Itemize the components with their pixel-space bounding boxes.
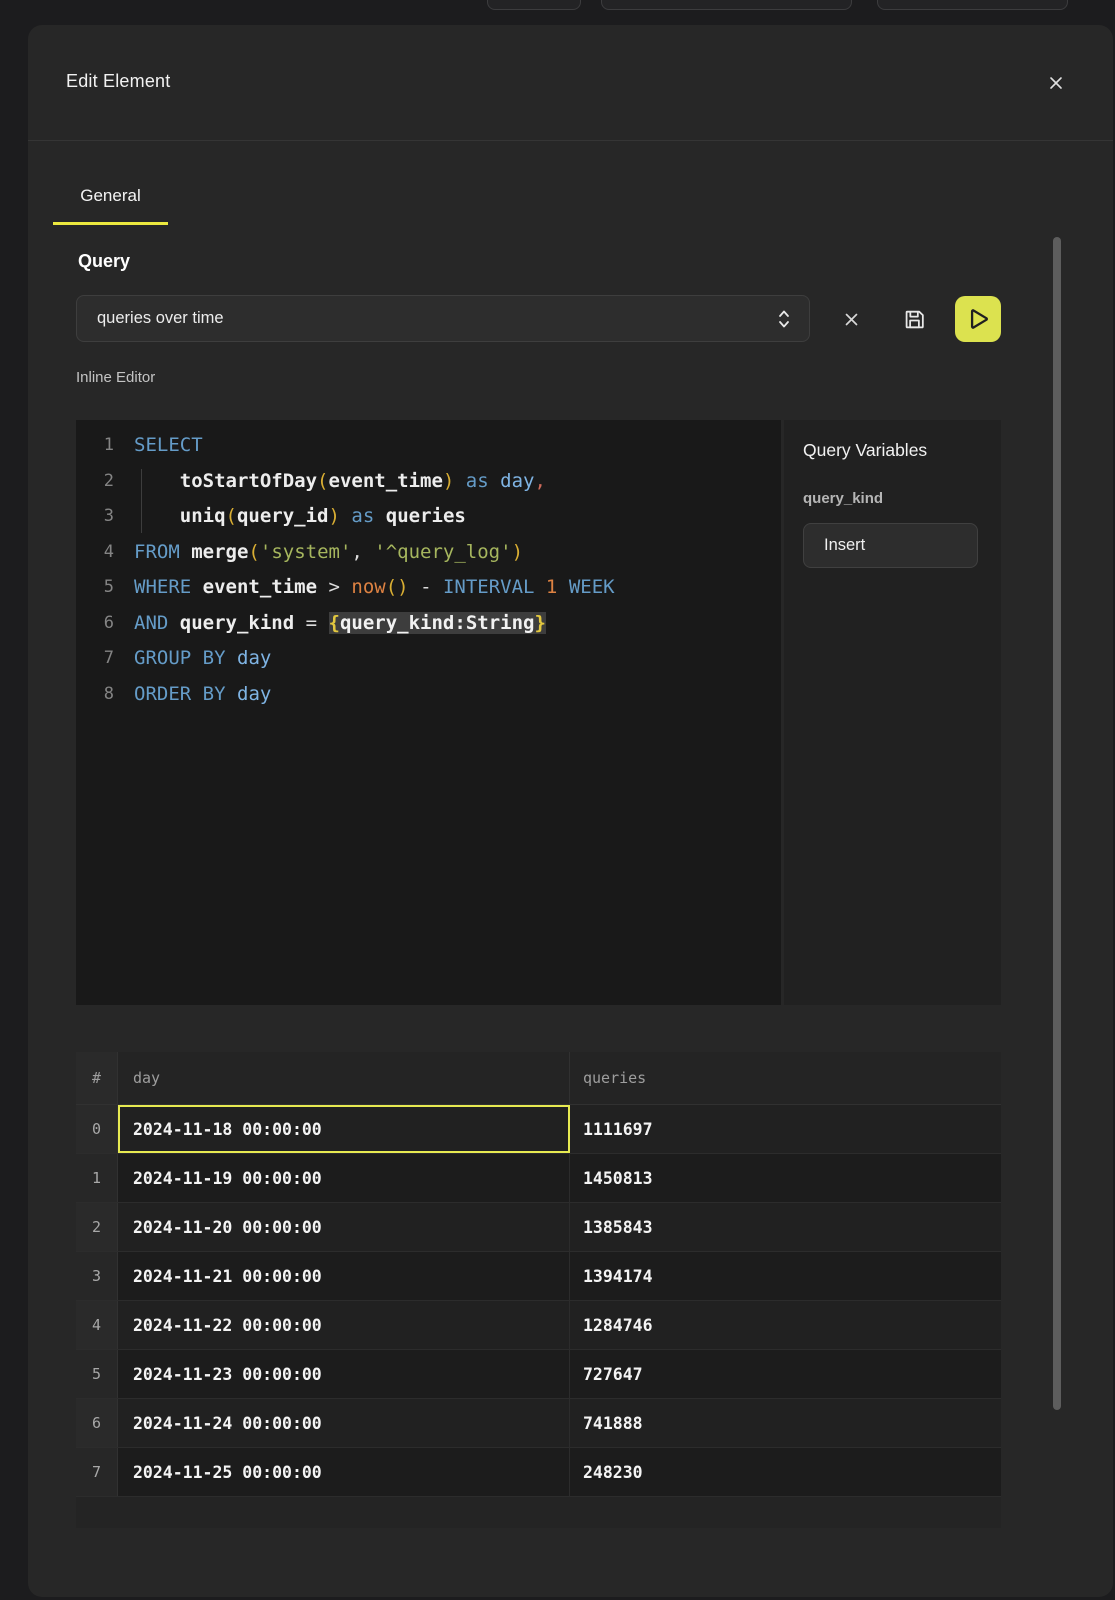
clear-icon: [844, 312, 859, 327]
line-number: 7: [76, 641, 114, 677]
line-number: 5: [76, 570, 114, 606]
row-index-cell: 7: [76, 1448, 118, 1496]
sql-editor[interactable]: 1SELECT2 toStartOfDay(event_time) as day…: [76, 420, 781, 1005]
play-icon: [955, 296, 1001, 342]
line-number: 4: [76, 535, 114, 571]
save-query-button[interactable]: [899, 304, 929, 334]
modal-scrollbar-thumb[interactable]: [1053, 237, 1061, 1410]
table-row: 12024-11-19 00:00:001450813: [76, 1154, 1001, 1203]
line-number: 6: [76, 606, 114, 642]
clear-query-button[interactable]: [837, 306, 865, 332]
edit-element-modal: Edit Element General Query queries over …: [28, 25, 1113, 1597]
day-cell[interactable]: 2024-11-25 00:00:00: [118, 1448, 570, 1496]
row-index-cell: 6: [76, 1399, 118, 1447]
header-day-column: day: [118, 1052, 570, 1104]
table-row: 02024-11-18 00:00:001111697: [76, 1105, 1001, 1154]
inline-editor-label: Inline Editor: [76, 369, 155, 386]
line-number: 8: [76, 677, 114, 713]
table-row: 42024-11-22 00:00:001284746: [76, 1301, 1001, 1350]
code-line: 7GROUP BY day: [76, 641, 781, 677]
queries-cell[interactable]: 741888: [570, 1399, 1001, 1447]
queries-cell[interactable]: 1450813: [570, 1154, 1001, 1202]
row-index-cell: 4: [76, 1301, 118, 1349]
insert-variable-button[interactable]: Insert: [803, 523, 978, 568]
background-tab-1: [487, 0, 581, 10]
query-select-value: queries over time: [97, 309, 777, 328]
code-line: 5WHERE event_time > now() - INTERVAL 1 W…: [76, 570, 781, 606]
line-number: 2: [76, 464, 114, 500]
query-variables-heading: Query Variables: [803, 440, 927, 461]
queries-cell[interactable]: 1385843: [570, 1203, 1001, 1251]
modal-title: Edit Element: [66, 71, 170, 92]
chevron-updown-icon: [777, 308, 791, 330]
save-icon: [902, 307, 927, 332]
variable-name-label: query_kind: [803, 490, 883, 507]
table-row: 52024-11-23 00:00:00727647: [76, 1350, 1001, 1399]
day-cell[interactable]: 2024-11-19 00:00:00: [118, 1154, 570, 1202]
code-line: 3 uniq(query_id) as queries: [76, 499, 781, 535]
day-cell[interactable]: 2024-11-23 00:00:00: [118, 1350, 570, 1398]
close-button[interactable]: [1042, 69, 1070, 97]
code-lines: 1SELECT2 toStartOfDay(event_time) as day…: [76, 428, 781, 712]
code-line: 6AND query_kind = {query_kind:String}: [76, 606, 781, 642]
query-section-heading: Query: [78, 251, 130, 272]
table-row: 62024-11-24 00:00:00741888: [76, 1399, 1001, 1448]
code-line: 8ORDER BY day: [76, 677, 781, 713]
table-row: 22024-11-20 00:00:001385843: [76, 1203, 1001, 1252]
code-line: 1SELECT: [76, 428, 781, 464]
day-cell[interactable]: 2024-11-20 00:00:00: [118, 1203, 570, 1251]
row-index-cell: 0: [76, 1105, 118, 1153]
row-index-cell: 3: [76, 1252, 118, 1300]
background-tab-3: [877, 0, 1068, 10]
day-cell[interactable]: 2024-11-24 00:00:00: [118, 1399, 570, 1447]
close-icon: [1049, 76, 1063, 90]
day-cell[interactable]: 2024-11-21 00:00:00: [118, 1252, 570, 1300]
code-line: 2 toStartOfDay(event_time) as day,: [76, 464, 781, 500]
background-tab-2: [601, 0, 852, 10]
queries-cell[interactable]: 1111697: [570, 1105, 1001, 1153]
line-number: 1: [76, 428, 114, 464]
queries-cell[interactable]: 1284746: [570, 1301, 1001, 1349]
table-row: 72024-11-25 00:00:00248230: [76, 1448, 1001, 1497]
header-queries-column: queries: [570, 1052, 1001, 1104]
header-index-column: #: [76, 1052, 118, 1104]
queries-cell[interactable]: 727647: [570, 1350, 1001, 1398]
tab-general[interactable]: General: [53, 178, 168, 225]
day-cell[interactable]: 2024-11-22 00:00:00: [118, 1301, 570, 1349]
results-tbody: 02024-11-18 00:00:00111169712024-11-19 0…: [76, 1105, 1001, 1497]
table-header-row: # day queries: [76, 1052, 1001, 1105]
row-index-cell: 2: [76, 1203, 118, 1251]
query-variables-panel: Query Variables query_kind Insert: [784, 420, 1001, 1005]
results-table: # day queries 02024-11-18 00:00:00111169…: [76, 1052, 1001, 1528]
header-divider: [28, 140, 1113, 141]
queries-cell[interactable]: 248230: [570, 1448, 1001, 1496]
run-query-button[interactable]: [955, 296, 1001, 342]
table-row: 32024-11-21 00:00:001394174: [76, 1252, 1001, 1301]
line-number: 3: [76, 499, 114, 535]
row-index-cell: 1: [76, 1154, 118, 1202]
queries-cell[interactable]: 1394174: [570, 1252, 1001, 1300]
row-index-cell: 5: [76, 1350, 118, 1398]
query-select[interactable]: queries over time: [76, 295, 810, 342]
code-line: 4FROM merge('system', '^query_log'): [76, 535, 781, 571]
day-cell[interactable]: 2024-11-18 00:00:00: [118, 1105, 570, 1153]
